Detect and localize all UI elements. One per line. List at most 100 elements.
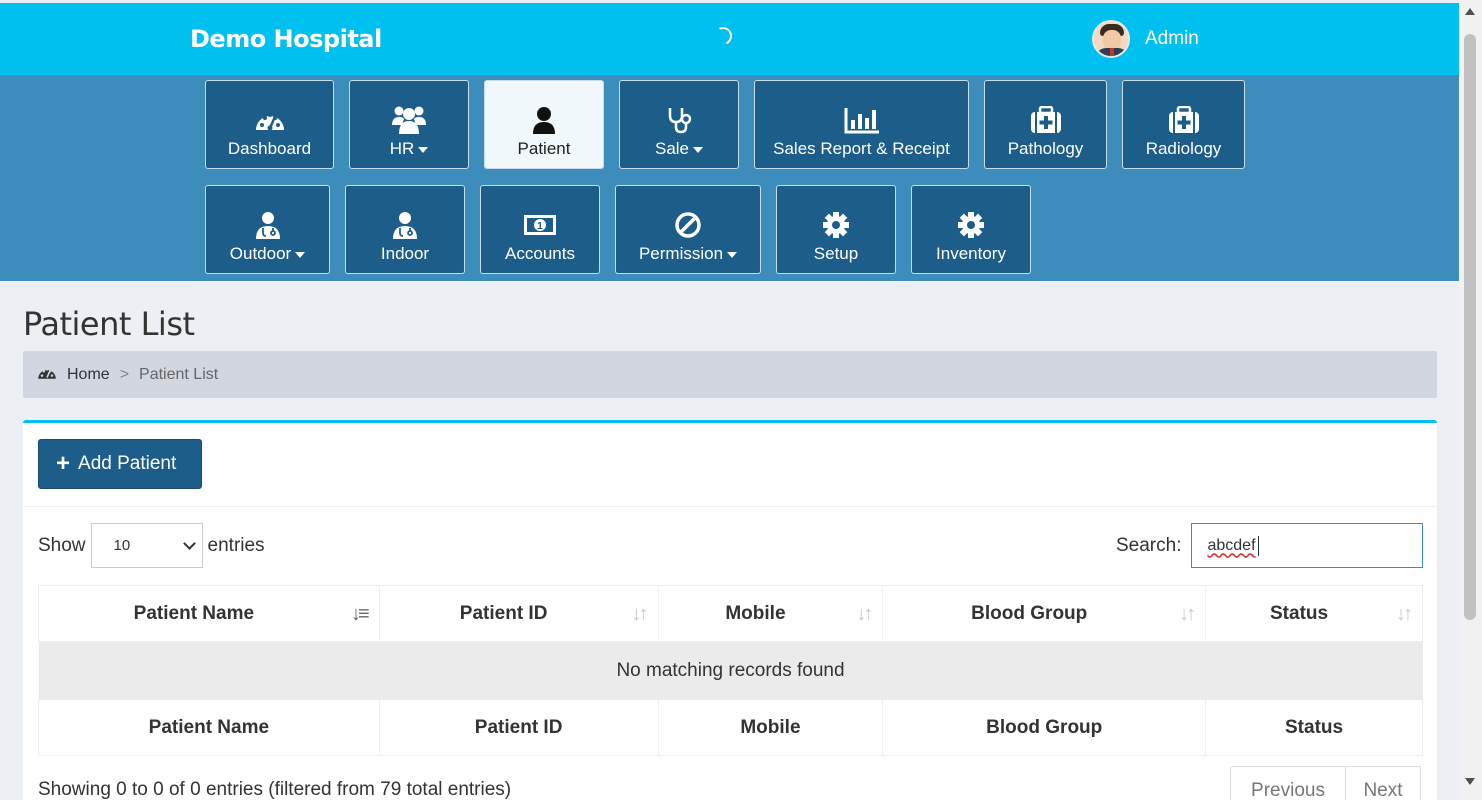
text-cursor [1257, 535, 1259, 556]
patient-list-box: + Add Patient Show 10 entries Search: ab… [23, 420, 1437, 800]
column-header-patient-name[interactable]: Patient Name ↓≡ [38, 585, 380, 642]
main-navigation: Dashboard HR Patient Sale Sales Report &… [0, 75, 1459, 281]
nav-label: Patient [517, 139, 571, 158]
nav-outdoor[interactable]: Outdoor [205, 185, 330, 274]
footer-status: Status [1205, 699, 1423, 756]
column-header-mobile[interactable]: Mobile ↓↑ [657, 585, 884, 642]
medkit-icon [1030, 105, 1062, 135]
nav-label: HR [389, 139, 415, 158]
search-input[interactable]: abcdef [1191, 523, 1424, 568]
column-header-patient-id[interactable]: Patient ID ↓↑ [378, 585, 659, 642]
table-row: No matching records found [38, 641, 1423, 700]
table-info: Showing 0 to 0 of 0 entries (filtered fr… [38, 779, 512, 800]
nav-sale[interactable]: Sale [619, 80, 739, 169]
nav-permission[interactable]: Permission [615, 185, 761, 274]
search-control: Search: abcdef [1116, 523, 1424, 568]
page-title: Patient List [23, 305, 195, 343]
nav-inventory[interactable]: Inventory [911, 185, 1031, 274]
gear-icon [957, 210, 985, 240]
scrollbar-thumb[interactable] [1464, 34, 1476, 620]
show-label: Show [38, 534, 86, 556]
nav-label: Dashboard [227, 139, 312, 158]
next-button[interactable]: Next [1346, 766, 1421, 800]
nav-label: Permission [638, 244, 724, 263]
money-bill-icon: 1 [523, 210, 557, 240]
nav-radiology[interactable]: Radiology [1122, 80, 1245, 169]
medkit-icon [1168, 105, 1200, 135]
footer-mobile: Mobile [657, 699, 884, 756]
dashboard-gauge-icon [254, 105, 286, 135]
pagination: Previous Next [1230, 766, 1421, 800]
plus-icon: + [56, 450, 71, 477]
dashboard-gauge-icon [37, 365, 57, 385]
nav-label: Setup [813, 244, 859, 263]
patient-table: Patient Name ↓≡ Patient ID ↓↑ Mobile ↓↑ Blo… [38, 585, 1423, 756]
breadcrumb: Home > Patient List [23, 351, 1437, 398]
previous-button[interactable]: Previous [1230, 766, 1346, 800]
breadcrumb-current: Patient List [139, 365, 219, 383]
breadcrumb-separator: > [119, 365, 130, 383]
nav-indoor[interactable]: Indoor [345, 185, 465, 274]
nav-label: Accounts [505, 244, 575, 263]
scroll-up-arrow-icon[interactable] [1465, 8, 1475, 15]
nav-label: Radiology [1145, 139, 1222, 158]
table-footer-row: Patient Name Patient ID Mobile Blood Gro… [38, 699, 1423, 756]
column-label: Patient Name [133, 602, 255, 624]
gear-icon [822, 210, 850, 240]
chevron-down-icon [182, 536, 196, 550]
entries-select[interactable]: 10 [90, 523, 203, 568]
doctor-icon [392, 210, 418, 240]
box-header: + Add Patient [23, 423, 1437, 507]
sort-asc-icon: ↓≡ [351, 603, 370, 625]
user-menu[interactable]: Admin [1092, 20, 1199, 58]
brand-title[interactable]: Demo Hospital [190, 25, 382, 53]
add-patient-button[interactable]: + Add Patient [38, 439, 202, 489]
vertical-scrollbar[interactable] [1459, 0, 1482, 800]
caret-down-icon [727, 251, 738, 258]
caret-down-icon [418, 146, 429, 153]
scroll-down-arrow-icon[interactable] [1465, 778, 1475, 785]
nav-hr[interactable]: HR [349, 80, 469, 169]
ban-icon [674, 210, 702, 240]
bar-chart-icon [844, 105, 880, 135]
user-icon [532, 105, 556, 135]
nav-pathology[interactable]: Pathology [984, 80, 1107, 169]
column-label: Patient ID [459, 602, 548, 624]
entries-label: entries [207, 534, 265, 556]
sort-icon: ↓↑ [631, 603, 649, 625]
table-header-row: Patient Name ↓≡ Patient ID ↓↑ Mobile ↓↑ Blo… [38, 585, 1423, 642]
entries-length-control: Show 10 entries [38, 523, 265, 568]
search-value: abcdef [1207, 536, 1256, 554]
caret-down-icon [295, 251, 306, 258]
nav-label: Sale [654, 139, 690, 158]
nav-patient[interactable]: Patient [484, 80, 604, 169]
nav-accounts[interactable]: 1 Accounts [480, 185, 600, 274]
column-header-blood-group[interactable]: Blood Group ↓↑ [882, 585, 1207, 642]
add-patient-label: Add Patient [78, 453, 177, 474]
svg-text:1: 1 [537, 221, 543, 232]
search-label: Search: [1116, 534, 1182, 556]
sort-icon: ↓↑ [856, 603, 873, 625]
empty-message: No matching records found [38, 641, 1423, 700]
sort-icon: ↓↑ [1396, 603, 1413, 625]
user-name[interactable]: Admin [1145, 28, 1199, 50]
footer-patient-name: Patient Name [38, 699, 380, 756]
nav-label: Inventory [936, 244, 1006, 263]
avatar[interactable] [1092, 20, 1130, 58]
nav-label: Pathology [1007, 139, 1084, 158]
stethoscope-icon [665, 105, 693, 135]
nav-sales-report[interactable]: Sales Report & Receipt [754, 80, 969, 169]
column-header-status[interactable]: Status ↓↑ [1205, 585, 1423, 642]
nav-label: Sales Report & Receipt [773, 139, 950, 158]
column-label: Status [1270, 602, 1329, 624]
nav-dashboard[interactable]: Dashboard [205, 80, 334, 169]
column-label: Mobile [725, 602, 786, 624]
top-header: Demo Hospital Admin [0, 3, 1459, 75]
caret-down-icon [693, 146, 704, 153]
doctor-icon [255, 210, 281, 240]
column-label: Blood Group [971, 602, 1088, 624]
footer-patient-id: Patient ID [378, 699, 659, 756]
nav-setup[interactable]: Setup [776, 185, 896, 274]
breadcrumb-home-link[interactable]: Home [67, 366, 110, 384]
sort-icon: ↓↑ [1179, 603, 1196, 625]
